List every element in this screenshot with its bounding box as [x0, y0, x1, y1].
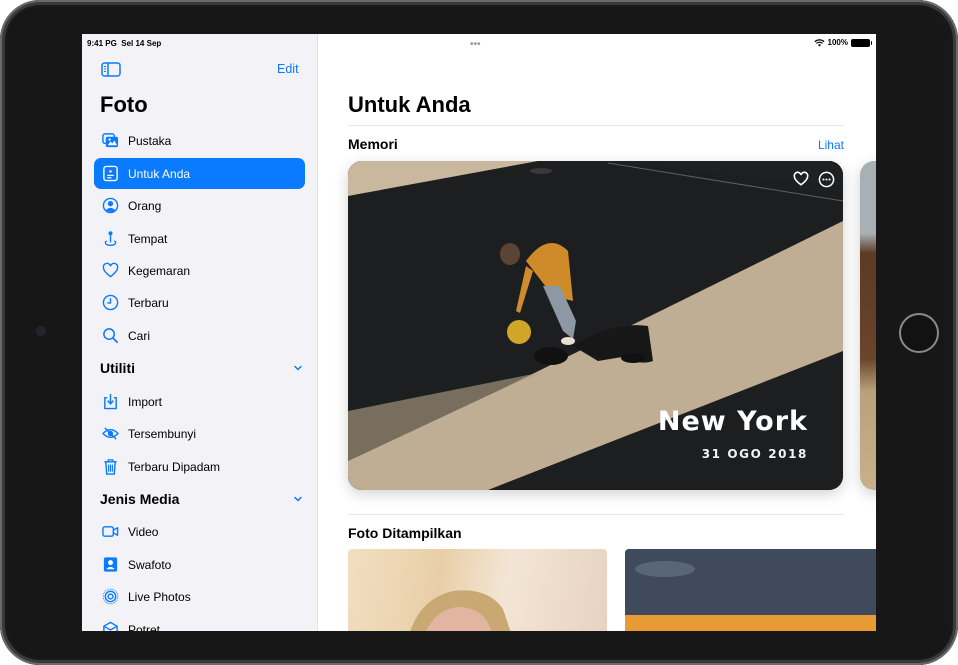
featured-photo[interactable]	[348, 549, 607, 631]
next-memory-card[interactable]	[860, 161, 876, 490]
for-you-icon	[101, 165, 119, 183]
sidebar-item-tempat[interactable]: Tempat	[94, 223, 305, 254]
favorite-memory-button[interactable]	[792, 170, 810, 188]
status-time-text: 9:41 PG	[87, 39, 117, 48]
status-time: 9:41 PG Sel 14 Sep	[87, 39, 161, 48]
map-pin-icon	[101, 230, 119, 248]
memory-more-button[interactable]	[817, 170, 835, 188]
ellipsis-circle-icon	[818, 171, 834, 187]
sidebar-item-label: Tersembunyi	[128, 426, 197, 441]
heart-icon	[101, 262, 119, 280]
video-icon	[101, 523, 119, 541]
section-title: Utiliti	[100, 360, 135, 376]
sidebar-title: Foto	[100, 92, 148, 117]
featured-photo-image	[625, 549, 876, 631]
sidebar-item-untuk-anda[interactable]: Untuk Anda	[94, 158, 305, 189]
sidebar-item-label: Swafoto	[128, 557, 172, 572]
memories-section-title: Memori	[348, 136, 398, 152]
sidebar-item-label: Cari	[128, 328, 151, 343]
sidebar-item-import[interactable]: Import	[94, 386, 305, 417]
sidebar-item-label: Orang	[128, 198, 162, 213]
sidebar-item-label: Live Photos	[128, 589, 191, 604]
chevron-down-icon[interactable]	[293, 363, 303, 373]
sidebar-item-label: Import	[128, 394, 163, 409]
status-date-text: Sel 14 Sep	[121, 39, 162, 48]
sidebar-item-terbaru[interactable]: Terbaru	[94, 287, 305, 318]
section-header-utiliti[interactable]: Utiliti	[100, 358, 305, 378]
section-header-jenis-media[interactable]: Jenis Media	[100, 489, 305, 509]
wifi-icon	[813, 38, 825, 47]
battery-icon	[851, 38, 872, 47]
page-title: Untuk Anda	[348, 92, 471, 117]
featured-section-title: Foto Ditampilkan	[348, 525, 462, 541]
ipad-frame: 9:41 PG Sel 14 Sep ••• 100% Edit Foto Pu…	[0, 0, 958, 665]
sidebar-item-tersembunyi[interactable]: Tersembunyi	[94, 418, 305, 449]
multitasking-dots[interactable]: •••	[470, 39, 481, 50]
edit-button[interactable]: Edit	[277, 62, 299, 76]
battery-percent: 100%	[827, 38, 848, 47]
sidebar-item-label: Terbaru Dipadam	[128, 459, 221, 474]
live-photo-icon	[101, 588, 119, 606]
status-bar: 9:41 PG Sel 14 Sep ••• 100%	[82, 34, 876, 52]
divider	[348, 125, 844, 126]
sidebar-item-potret[interactable]: Potret	[94, 614, 305, 631]
memory-actions	[792, 170, 835, 188]
sidebar-item-label: Terbaru	[128, 295, 169, 310]
sidebar-item-terbaru-dipadam[interactable]: Terbaru Dipadam	[94, 451, 305, 482]
portrait-cube-icon	[101, 621, 119, 631]
status-right: 100%	[813, 38, 872, 47]
section-title: Jenis Media	[100, 491, 180, 507]
sidebar-item-live-photos[interactable]: Live Photos	[94, 581, 305, 612]
sidebar-item-label: Potret	[128, 622, 161, 632]
import-icon	[101, 393, 119, 411]
memory-photo	[348, 161, 843, 490]
featured-photo[interactable]	[625, 549, 876, 631]
trash-icon	[101, 458, 119, 476]
divider	[348, 514, 844, 515]
selfie-icon	[101, 556, 119, 574]
chevron-down-icon[interactable]	[293, 494, 303, 504]
person-circle-icon	[101, 197, 119, 215]
sidebar-item-orang[interactable]: Orang	[94, 190, 305, 221]
memory-card[interactable]: New York 31 OGO 2018	[348, 161, 843, 490]
sidebar-item-cari[interactable]: Cari	[94, 320, 305, 351]
sidebar-item-swafoto[interactable]: Swafoto	[94, 549, 305, 580]
memory-date: 31 OGO 2018	[701, 447, 808, 461]
heart-icon	[793, 171, 809, 186]
home-button[interactable]	[899, 313, 939, 353]
sidebar-item-label: Tempat	[128, 231, 168, 246]
sidebar-item-label: Kegemaran	[128, 263, 191, 278]
featured-photo-image	[410, 590, 511, 631]
main-content: Untuk Anda Memori Lihat New York 31 OGO …	[319, 34, 876, 631]
sidebar-toggle-icon[interactable]	[101, 62, 121, 77]
see-all-memories-link[interactable]: Lihat	[818, 138, 844, 152]
sidebar-item-label: Video	[128, 524, 159, 539]
screen: 9:41 PG Sel 14 Sep ••• 100% Edit Foto Pu…	[82, 34, 876, 631]
eye-slash-icon	[101, 425, 119, 443]
sidebar-item-pustaka[interactable]: Pustaka	[94, 125, 305, 156]
clock-icon	[101, 294, 119, 312]
sidebar-item-kegemaran[interactable]: Kegemaran	[94, 255, 305, 286]
photo-library-icon	[101, 132, 119, 150]
sidebar-item-label: Untuk Anda	[128, 166, 191, 181]
memory-title: New York	[657, 406, 808, 437]
sidebar: Edit Foto Pustaka Untuk Anda Orang Tempa…	[82, 34, 318, 631]
sidebar-item-label: Pustaka	[128, 133, 172, 148]
sidebar-item-video[interactable]: Video	[94, 516, 305, 547]
search-icon	[101, 327, 119, 345]
front-camera	[37, 327, 45, 335]
